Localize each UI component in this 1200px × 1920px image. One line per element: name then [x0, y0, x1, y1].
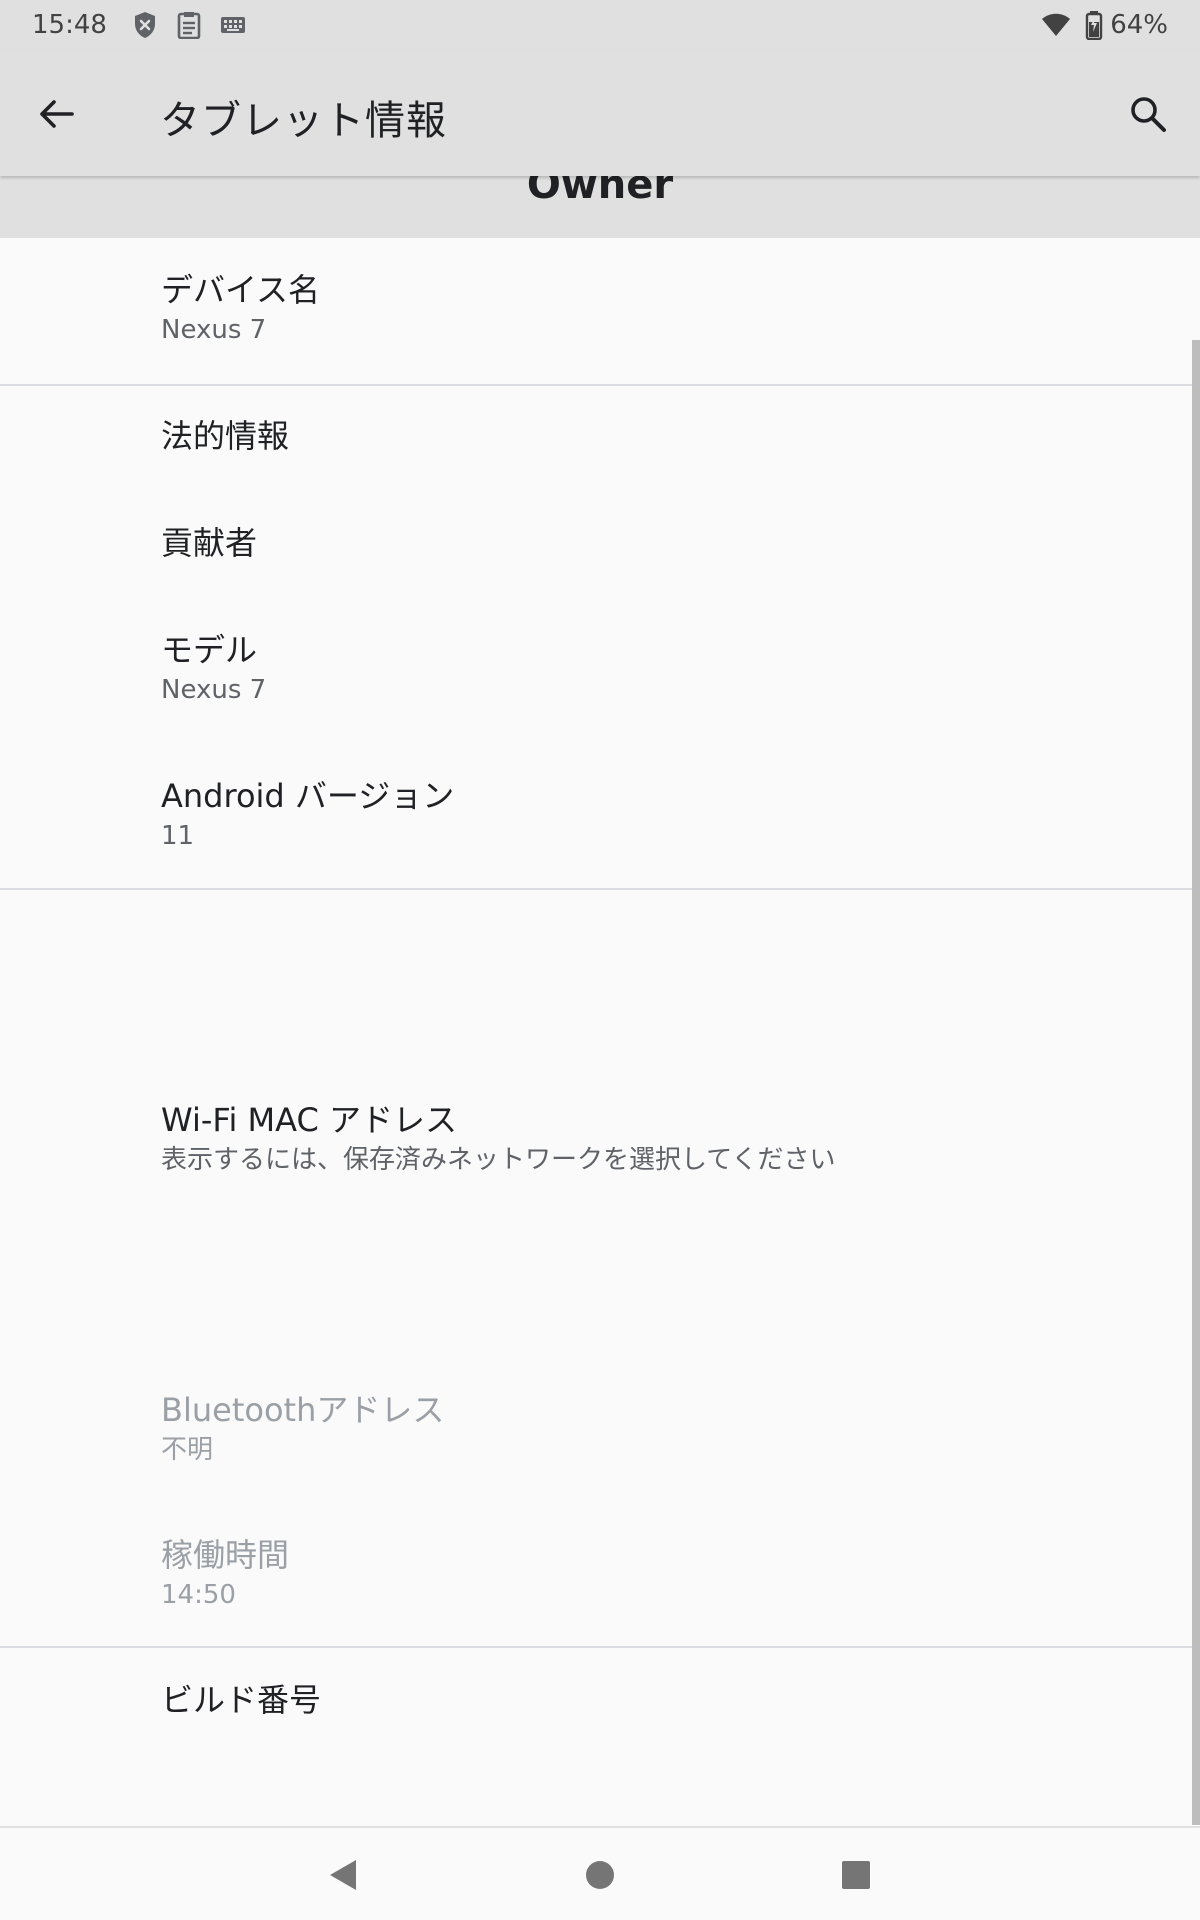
- battery-percent: 64%: [1110, 10, 1168, 40]
- search-icon: [1131, 97, 1166, 132]
- list-item-contributors[interactable]: 貢献者: [161, 523, 257, 563]
- scrollbar[interactable]: [1192, 340, 1200, 1825]
- list-item-wifi-mac[interactable]: Wi-Fi MAC アドレス 表示するには、保存済みネットワークを選択してくださ…: [161, 1100, 835, 1178]
- item-title: Android バージョン: [161, 777, 455, 815]
- settings-list: デバイス名 Nexus 7 法的情報 貢献者 モデル Nexus 7 Andro…: [0, 238, 1200, 1826]
- divider: [0, 1646, 1192, 1648]
- item-title: モデル: [161, 631, 258, 669]
- owner-header: Owner: [0, 176, 1200, 238]
- nav-home-button[interactable]: [575, 1850, 625, 1900]
- list-item-android-version[interactable]: Android バージョン 11: [161, 776, 454, 854]
- square-recents-icon: [842, 1861, 870, 1889]
- clipboard-icon: [173, 9, 205, 41]
- item-title: Bluetoothアドレス: [161, 1391, 445, 1429]
- list-item-device-name[interactable]: デバイス名 Nexus 7: [161, 270, 320, 348]
- item-subtitle: Nexus 7: [161, 675, 267, 705]
- item-subtitle: 表示するには、保存済みネットワークを選択してください: [161, 1145, 836, 1175]
- nav-back-button[interactable]: [318, 1850, 368, 1900]
- keyboard-icon: [217, 9, 249, 41]
- list-item-uptime: 稼働時間 14:50: [161, 1535, 289, 1613]
- arrow-back-icon: [40, 100, 74, 128]
- item-title: デバイス名: [161, 271, 321, 309]
- wifi-icon: [1040, 9, 1072, 41]
- shield-x-icon: [129, 9, 161, 41]
- divider: [0, 384, 1192, 386]
- page-title: タブレット情報: [160, 98, 447, 144]
- item-subtitle: Nexus 7: [161, 315, 267, 345]
- item-subtitle: 11: [161, 821, 195, 851]
- item-title: 稼働時間: [161, 1536, 290, 1574]
- back-button[interactable]: [30, 88, 82, 140]
- status-bar: 15:48 64%: [0, 0, 1200, 50]
- item-subtitle: 14:50: [161, 1580, 236, 1610]
- item-title: 貢献者: [161, 524, 258, 562]
- nav-recents-button[interactable]: [831, 1850, 881, 1900]
- battery-charging-icon: [1084, 9, 1104, 41]
- item-title: Wi-Fi MAC アドレス: [161, 1101, 457, 1139]
- status-time: 15:48: [32, 10, 107, 40]
- list-item-build-number[interactable]: ビルド番号: [161, 1680, 321, 1720]
- item-subtitle: 不明: [161, 1435, 214, 1465]
- item-title: 法的情報: [161, 417, 290, 455]
- item-title: ビルド番号: [161, 1681, 322, 1719]
- list-item-model[interactable]: モデル Nexus 7: [161, 630, 266, 708]
- search-button[interactable]: [1122, 88, 1174, 140]
- divider: [0, 888, 1192, 890]
- list-item-bluetooth-address: Bluetoothアドレス 不明: [161, 1390, 444, 1468]
- owner-label: Owner: [526, 176, 674, 208]
- app-bar: タブレット情報: [0, 50, 1200, 176]
- circle-home-icon: [586, 1861, 614, 1889]
- navigation-bar: [0, 1826, 1200, 1920]
- triangle-back-icon: [330, 1860, 356, 1890]
- list-item-legal-info[interactable]: 法的情報: [161, 416, 289, 456]
